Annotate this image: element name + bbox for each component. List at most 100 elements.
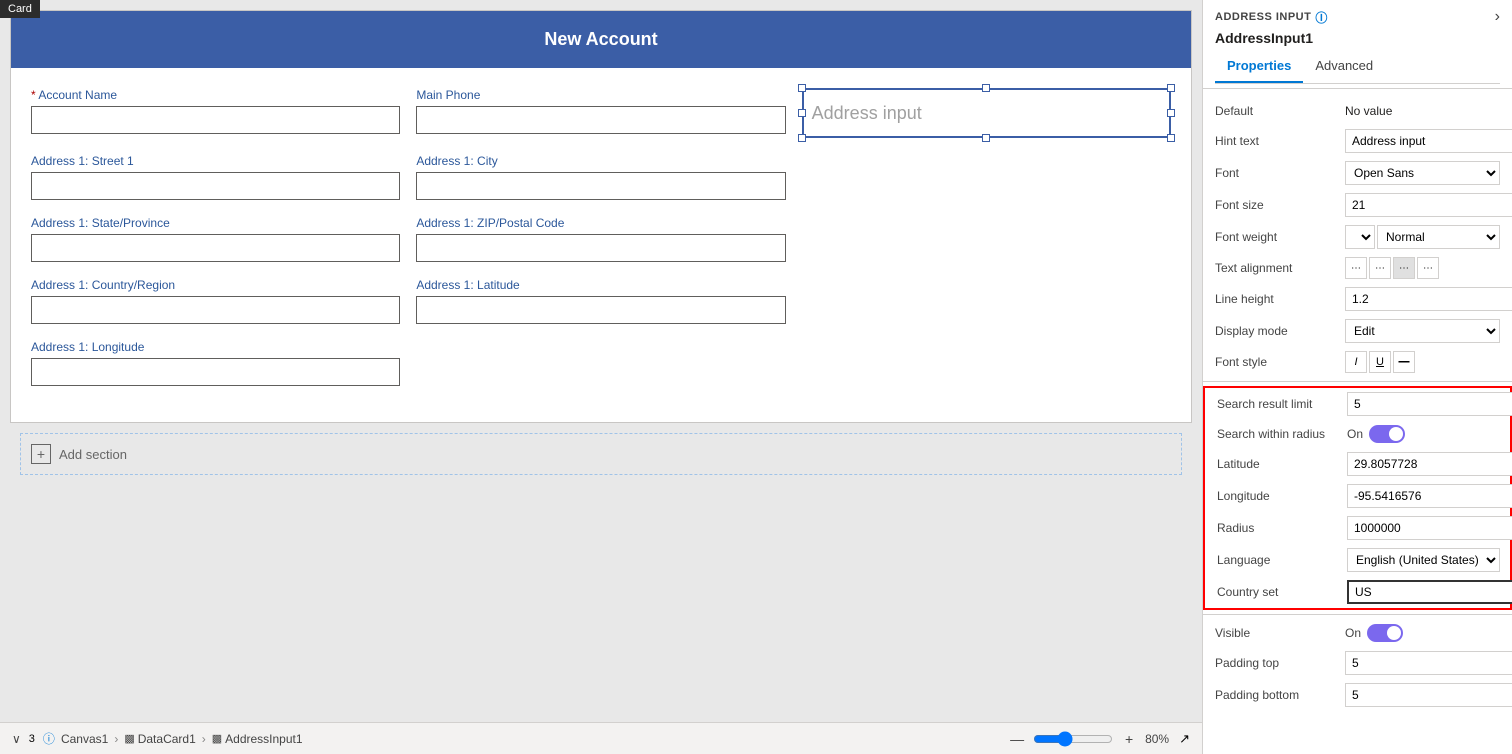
zip-field: Address 1: ZIP/Postal Code — [416, 216, 785, 262]
prop-font-weight: Font weight B Normal — [1203, 221, 1512, 253]
prop-radius: Radius 1000000 — [1205, 512, 1510, 544]
zoom-slider[interactable] — [1033, 731, 1113, 747]
card-label: Card — [0, 0, 40, 18]
tab-properties[interactable]: Properties — [1215, 50, 1303, 83]
handle-bm[interactable] — [982, 134, 990, 142]
latitude-field: Address 1: Latitude — [416, 278, 785, 324]
font-label: Font — [1215, 166, 1345, 180]
line-height-label: Line height — [1215, 292, 1345, 306]
padding-top-input[interactable]: 5 — [1345, 651, 1512, 675]
padding-bottom-input[interactable]: 5 — [1345, 683, 1512, 707]
zip-input[interactable] — [416, 234, 785, 262]
country-field: Address 1: Country/Region — [31, 278, 400, 324]
align-center-button[interactable]: ⋯ — [1369, 257, 1391, 279]
align-justify-button[interactable]: ⋯ — [1417, 257, 1439, 279]
main-phone-input[interactable] — [416, 106, 785, 134]
prop-country-set: Country set US — [1205, 576, 1510, 608]
prop-hint-text: Hint text Address input — [1203, 125, 1512, 157]
align-left-button[interactable]: ⋯ — [1345, 257, 1367, 279]
add-section[interactable]: + Add section — [20, 433, 1182, 475]
search-within-radius-toggle-wrapper: On — [1347, 425, 1405, 443]
city-input[interactable] — [416, 172, 785, 200]
padding-top-label: Padding top — [1215, 656, 1345, 670]
handle-tr[interactable] — [1167, 84, 1175, 92]
hint-text-input[interactable]: Address input — [1345, 129, 1512, 153]
default-label: Default — [1215, 104, 1345, 118]
prop-language: Language English (United States) — [1205, 544, 1510, 576]
visible-label: Visible — [1215, 626, 1345, 640]
zoom-controls: — + 80% ↗ — [1007, 729, 1190, 749]
city-field: Address 1: City — [416, 154, 785, 200]
font-weight-select[interactable]: B — [1345, 225, 1375, 249]
country-set-input[interactable]: US — [1347, 580, 1512, 604]
underline-button[interactable]: U — [1369, 351, 1391, 373]
handle-tl[interactable] — [798, 84, 806, 92]
panel-close-arrow[interactable]: › — [1495, 8, 1500, 26]
longitude-label: Address 1: Longitude — [31, 340, 400, 354]
account-name-input[interactable] — [31, 106, 400, 134]
page-down-btn[interactable]: ∨ — [12, 732, 21, 746]
page-number: 3 — [29, 733, 35, 745]
address-input-wrapper[interactable]: Address input — [802, 88, 1171, 138]
align-right-button[interactable]: ⋯ — [1393, 257, 1415, 279]
breadcrumb-canvas[interactable]: Canvas1 — [61, 732, 108, 746]
prop-line-height: Line height 1.2 — [1203, 283, 1512, 315]
visible-toggle[interactable] — [1367, 624, 1403, 642]
radius-input[interactable]: 1000000 — [1347, 516, 1512, 540]
country-label: Address 1: Country/Region — [31, 278, 400, 292]
state-field: Address 1: State/Province — [31, 216, 400, 262]
language-select[interactable]: English (United States) — [1347, 548, 1500, 572]
panel-tabs: Properties Advanced — [1215, 50, 1500, 84]
handle-ml[interactable] — [798, 109, 806, 117]
latitude-label: Address 1: Latitude — [416, 278, 785, 292]
datacard-icon: ▩ — [124, 732, 134, 745]
longitude-input[interactable]: -95.5416576 — [1347, 484, 1512, 508]
prop-padding-top: Padding top 5 — [1203, 647, 1512, 679]
prop-font-style: Font style I U — — [1203, 347, 1512, 377]
padding-bottom-label: Padding bottom — [1215, 688, 1345, 702]
panel-header: ADDRESS INPUT ⓘ › AddressInput1 Properti… — [1203, 0, 1512, 89]
longitude-prop-label: Longitude — [1217, 489, 1347, 503]
search-within-radius-toggle[interactable] — [1369, 425, 1405, 443]
fit-icon[interactable]: ↗ — [1179, 731, 1190, 747]
breadcrumb-addressinput[interactable]: ▩ AddressInput1 — [212, 732, 303, 746]
font-size-label: Font size — [1215, 198, 1345, 212]
zoom-out-button[interactable]: — — [1007, 729, 1027, 749]
strikethrough-button[interactable]: — — [1393, 351, 1415, 373]
account-name-label: Account Name — [31, 88, 400, 102]
bottom-bar: ∨ 3 ⓘ Canvas1 › ▩ DataCard1 › ▩ Addr — [0, 722, 1202, 754]
font-select[interactable]: Open Sans — [1345, 161, 1500, 185]
language-label: Language — [1217, 553, 1347, 567]
handle-bl[interactable] — [798, 134, 806, 142]
latitude-input[interactable] — [416, 296, 785, 324]
handle-mr[interactable] — [1167, 109, 1175, 117]
street1-input[interactable] — [31, 172, 400, 200]
font-weight-value-select[interactable]: Normal — [1377, 225, 1500, 249]
country-input[interactable] — [31, 296, 400, 324]
breadcrumb-datacard[interactable]: ▩ DataCard1 — [124, 732, 195, 746]
latitude-input[interactable]: 29.8057728 — [1347, 452, 1512, 476]
street1-field: Address 1: Street 1 — [31, 154, 400, 200]
country-set-label: Country set — [1217, 585, 1347, 599]
italic-button[interactable]: I — [1345, 351, 1367, 373]
main-phone-label: Main Phone — [416, 88, 785, 102]
account-name-field: Account Name — [31, 88, 400, 138]
display-mode-select[interactable]: Edit — [1345, 319, 1500, 343]
display-mode-label: Display mode — [1215, 324, 1345, 338]
info-icon[interactable]: ⓘ — [1315, 9, 1328, 26]
breadcrumb: ⓘ Canvas1 › ▩ DataCard1 › ▩ AddressInput… — [43, 730, 303, 747]
state-label: Address 1: State/Province — [31, 216, 400, 230]
handle-tm[interactable] — [982, 84, 990, 92]
tab-advanced[interactable]: Advanced — [1303, 50, 1385, 83]
search-result-limit-input[interactable]: 5 — [1347, 392, 1512, 416]
line-height-input[interactable]: 1.2 — [1345, 287, 1512, 311]
state-input[interactable] — [31, 234, 400, 262]
handle-br[interactable] — [1167, 134, 1175, 142]
highlighted-section: Search result limit 5 Search within radi… — [1203, 386, 1512, 610]
divider — [1203, 381, 1512, 382]
visible-value: On — [1345, 626, 1361, 640]
longitude-input[interactable] — [31, 358, 400, 386]
font-size-input[interactable]: 21 — [1345, 193, 1512, 217]
street1-label: Address 1: Street 1 — [31, 154, 400, 168]
zoom-in-button[interactable]: + — [1119, 729, 1139, 749]
